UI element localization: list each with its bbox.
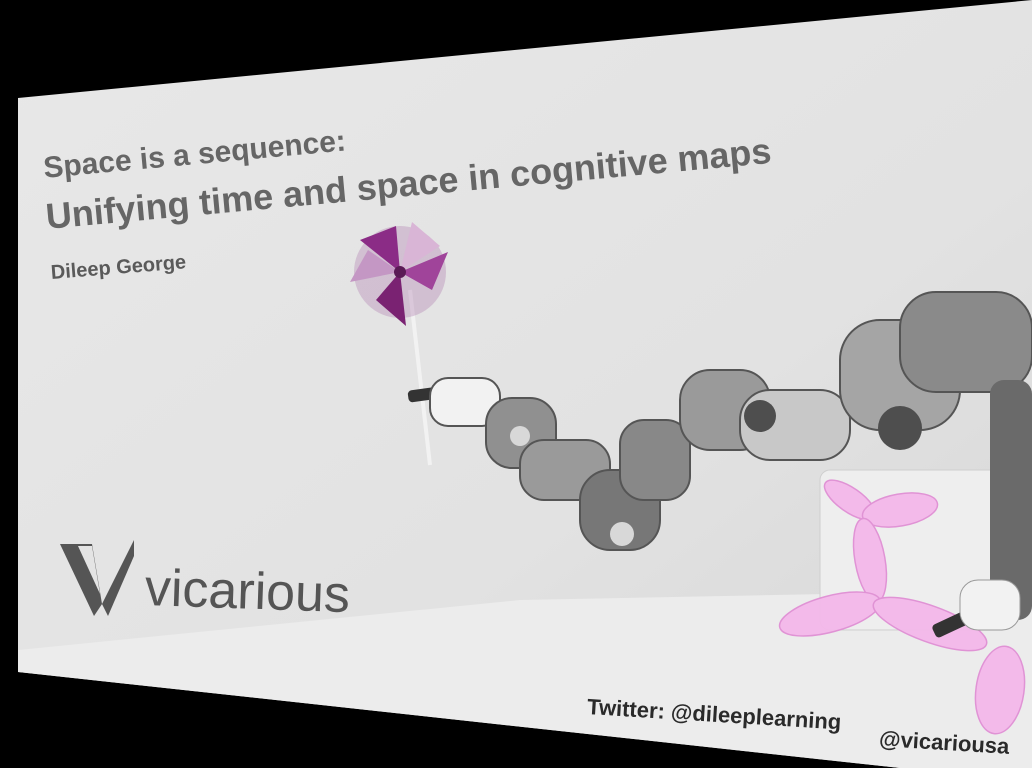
robot-scene-illustration bbox=[350, 222, 1032, 735]
pinwheel-icon bbox=[350, 222, 448, 466]
slide: Space is a sequence: Unifying time and s… bbox=[0, 0, 1032, 768]
